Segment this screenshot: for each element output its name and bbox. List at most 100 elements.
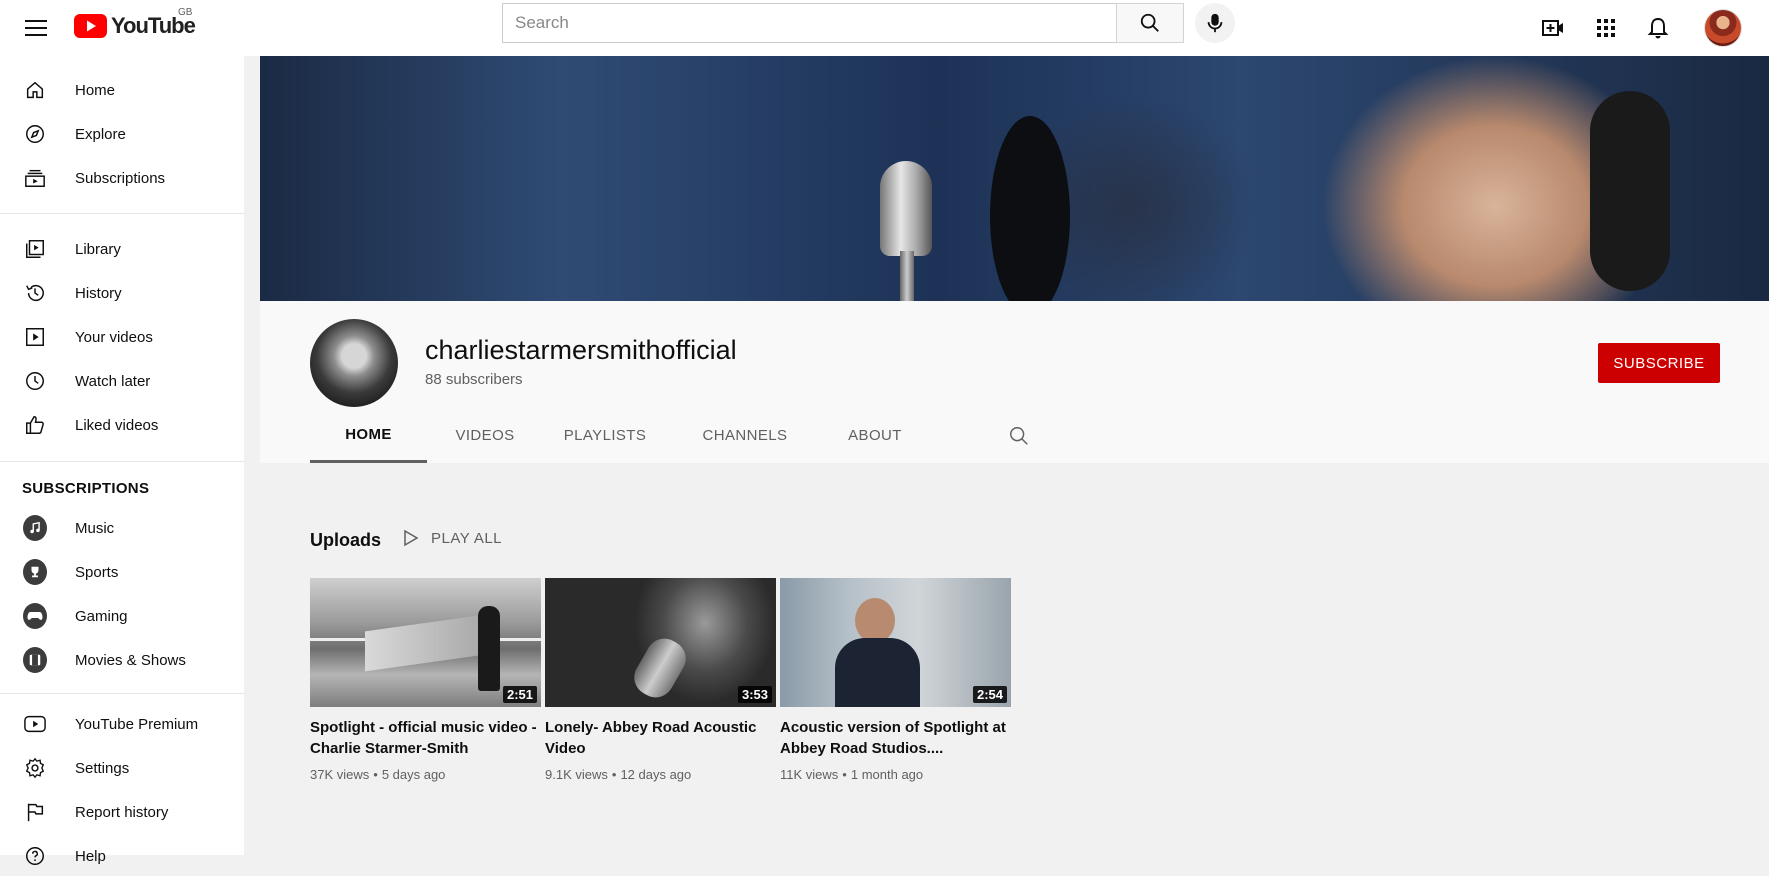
video-title[interactable]: Acoustic version of Spotlight at Abbey R… — [780, 717, 1011, 759]
channel-search-icon[interactable] — [1008, 425, 1032, 449]
apps-icon — [1597, 19, 1615, 37]
sidebar-item-explore[interactable]: Explore — [0, 114, 244, 154]
sidebar-item-label: Sports — [75, 563, 119, 581]
bell-icon — [1647, 17, 1669, 39]
sidebar-item-library[interactable]: Library — [0, 229, 244, 269]
search-button[interactable] — [1116, 3, 1184, 43]
notifications-button[interactable] — [1642, 12, 1674, 44]
channel-name: charliestarmersmithofficial — [425, 335, 737, 365]
thumbs-up-icon — [23, 413, 47, 437]
sidebar-item-sports[interactable]: Sports — [0, 552, 244, 592]
menu-icon[interactable] — [20, 12, 52, 44]
voice-search-button[interactable] — [1195, 3, 1235, 43]
sidebar: Home Explore Subscriptions Library Histo… — [0, 56, 244, 865]
youtube-premium-icon — [23, 712, 47, 736]
compass-icon — [23, 122, 47, 146]
search-input[interactable] — [502, 3, 1116, 43]
sidebar-item-home[interactable]: Home — [0, 70, 244, 110]
home-icon — [23, 78, 47, 102]
video-age: 1 month ago — [850, 767, 924, 782]
video-title[interactable]: Lonely- Abbey Road Acoustic Video — [545, 717, 776, 759]
sidebar-item-your-videos[interactable]: Your videos — [0, 317, 244, 357]
video-views: 9.1K views — [545, 767, 608, 782]
youtube-logo-icon — [74, 14, 107, 38]
video-meta: 37K views • 5 days ago — [310, 767, 446, 782]
youtube-logo[interactable]: YouTube GB — [74, 7, 196, 39]
sidebar-item-label: Subscriptions — [75, 169, 166, 187]
music-icon — [23, 515, 47, 541]
video-thumbnail[interactable]: 2:54 — [780, 578, 1011, 707]
sidebar-item-gaming[interactable]: Gaming — [0, 596, 244, 636]
banner-headphones — [1590, 91, 1670, 291]
sidebar-divider — [0, 461, 244, 462]
video-age: 12 days ago — [620, 767, 692, 782]
video-title[interactable]: Spotlight - official music video - Charl… — [310, 717, 541, 759]
apps-button[interactable] — [1590, 12, 1622, 44]
tab-home[interactable]: HOME — [310, 409, 427, 463]
trophy-icon — [23, 559, 47, 585]
region-code: GB — [178, 7, 193, 18]
video-card: 3:53 Lonely- Abbey Road Acoustic Video 9… — [545, 578, 776, 782]
gear-icon — [23, 756, 47, 780]
uploads-heading[interactable]: Uploads — [310, 530, 381, 551]
sidebar-item-label: YouTube Premium — [75, 715, 199, 733]
subscriber-count: 88 subscribers — [425, 371, 523, 388]
sidebar-item-movies-shows[interactable]: Movies & Shows — [0, 640, 244, 680]
video-views: 37K views — [310, 767, 370, 782]
create-video-icon — [1542, 20, 1563, 36]
sidebar-item-label: Help — [75, 847, 106, 865]
video-thumbnail[interactable]: 2:51 — [310, 578, 541, 707]
video-card: 2:54 Acoustic version of Spotlight at Ab… — [780, 578, 1011, 782]
video-duration: 2:51 — [502, 686, 537, 703]
tab-videos[interactable]: VIDEOS — [440, 409, 530, 461]
sidebar-item-subscriptions[interactable]: Subscriptions — [0, 158, 244, 198]
sidebar-item-history[interactable]: History — [0, 273, 244, 313]
sidebar-item-watch-later[interactable]: Watch later — [0, 361, 244, 401]
sidebar-item-label: Liked videos — [75, 416, 159, 434]
search-icon — [1140, 13, 1159, 32]
subscriptions-icon — [23, 166, 47, 190]
sidebar-item-settings[interactable]: Settings — [0, 748, 244, 788]
search-bar — [502, 3, 1235, 43]
video-card: 2:51 Spotlight - official music video - … — [310, 578, 541, 782]
channel-banner — [260, 56, 1769, 301]
your-videos-icon — [23, 325, 47, 349]
sidebar-item-label: Your videos — [75, 328, 153, 346]
play-all-label: PLAY ALL — [431, 529, 503, 547]
top-bar: YouTube GB — [0, 0, 1769, 56]
sidebar-item-music[interactable]: Music — [0, 508, 244, 548]
library-icon — [23, 237, 47, 261]
video-age: 5 days ago — [381, 767, 446, 782]
sidebar-item-label: Library — [75, 240, 121, 258]
sidebar-item-label: History — [75, 284, 122, 302]
gamepad-icon — [23, 603, 47, 629]
sidebar-item-label: Report history — [75, 803, 169, 821]
sidebar-item-label: Watch later — [75, 372, 151, 390]
sidebar-item-liked-videos[interactable]: Liked videos — [0, 405, 244, 445]
subscribe-button[interactable]: SUBSCRIBE — [1598, 343, 1720, 383]
sidebar-item-report-history[interactable]: Report history — [0, 792, 244, 832]
sidebar-item-help[interactable]: Help — [0, 836, 244, 876]
tab-channels[interactable]: CHANNELS — [685, 409, 805, 461]
channel-avatar[interactable] — [310, 319, 398, 407]
play-icon — [404, 529, 419, 547]
banner-pop-filter — [990, 116, 1070, 301]
film-icon — [23, 647, 47, 673]
sidebar-item-youtube-premium[interactable]: YouTube Premium — [0, 704, 244, 744]
video-thumbnail[interactable]: 3:53 — [545, 578, 776, 707]
video-duration: 3:53 — [737, 686, 772, 703]
account-avatar[interactable] — [1704, 9, 1742, 47]
video-views: 11K views — [780, 767, 839, 782]
flag-icon — [23, 800, 47, 824]
subscriptions-heading: SUBSCRIPTIONS — [22, 480, 150, 497]
play-all-button[interactable]: PLAY ALL — [403, 529, 502, 547]
banner-microphone — [880, 161, 932, 256]
sidebar-divider — [0, 693, 244, 694]
tab-about[interactable]: ABOUT — [825, 409, 925, 461]
clock-icon — [23, 369, 47, 393]
create-video-button[interactable] — [1537, 12, 1569, 44]
sidebar-item-label: Settings — [75, 759, 130, 777]
sidebar-item-label: Explore — [75, 125, 126, 143]
tab-playlists[interactable]: PLAYLISTS — [545, 409, 665, 461]
mic-icon — [1207, 13, 1223, 33]
